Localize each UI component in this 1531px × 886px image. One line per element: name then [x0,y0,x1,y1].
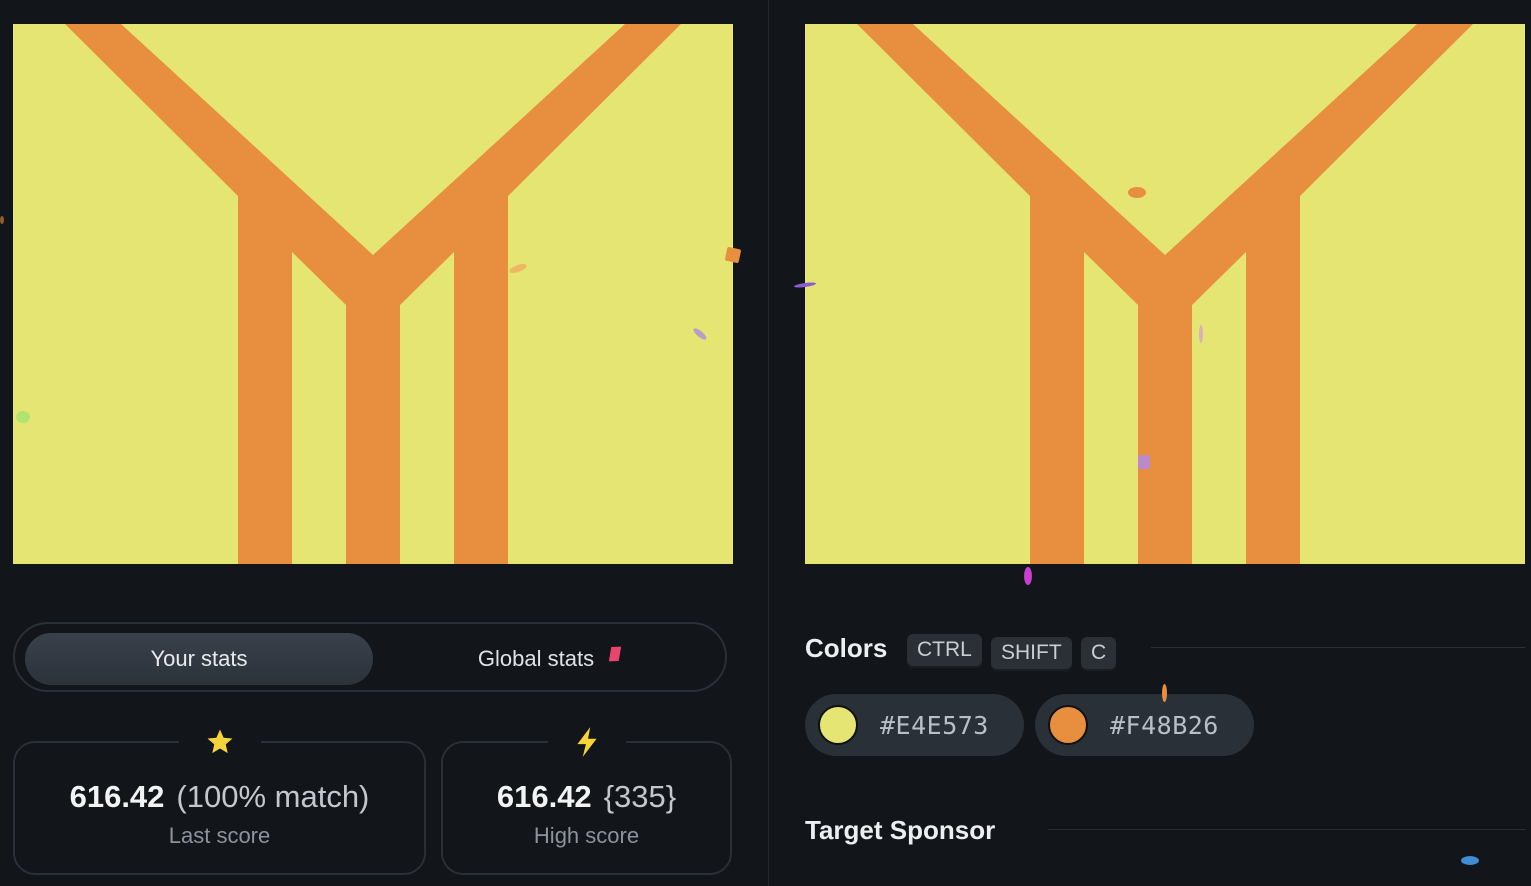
tab-global-stats[interactable]: Global stats [375,633,723,685]
high-score-value: 616.42 [496,779,592,814]
shortcut-key-c: C [1081,637,1117,669]
high-score-rank: {335} [603,779,677,814]
tab-your-stats[interactable]: Your stats [25,633,373,685]
tab-global-stats-label: Global stats [477,646,595,671]
high-score-card: 616.42 {335} High score [441,725,732,875]
tab-your-stats-label: Your stats [150,646,248,671]
star-icon [178,725,261,759]
lightning-icon [547,725,626,759]
confetti-piece [1199,325,1203,343]
swatch-hex-1: #E4E573 [880,710,989,740]
high-score-line: 616.42 {335} [443,779,730,815]
sponsor-divider [1048,829,1525,830]
confetti-piece [0,216,4,224]
color-swatch-1[interactable]: #E4E573 [805,694,1024,756]
panel-divider [768,0,769,886]
swatch-hex-2: #F48B26 [1110,710,1219,740]
stats-tabs: Your stats Global stats [13,622,727,692]
flag-icon [608,646,622,662]
confetti-piece [1024,567,1032,585]
confetti-piece [724,246,742,264]
last-score-match: (100% match) [176,779,370,814]
target-shape [857,24,1473,564]
last-score-value: 616.42 [69,779,165,814]
confetti-piece [1138,455,1150,469]
shortcut-key-ctrl: CTRL [907,634,982,666]
last-score-line: 616.42 (100% match) [15,779,424,815]
shortcut-key-shift: SHIFT [991,637,1072,669]
high-score-label: High score [533,823,640,848]
confetti-piece [16,411,30,423]
swatch-dot-2 [1048,705,1088,745]
target-sponsor-title: Target Sponsor [805,815,996,845]
swatch-dot-1 [818,705,858,745]
color-swatch-2[interactable]: #F48B26 [1035,694,1254,756]
colors-divider [1151,647,1525,648]
confetti-piece [1128,187,1146,198]
target-canvas [805,24,1525,564]
last-score-card: 616.42 (100% match) Last score [13,725,426,875]
output-canvas[interactable] [13,24,733,564]
confetti-piece [1162,684,1167,702]
last-score-label: Last score [168,823,271,848]
colors-title: Colors [805,633,888,663]
output-shape [65,24,681,564]
confetti-piece [1461,856,1479,865]
